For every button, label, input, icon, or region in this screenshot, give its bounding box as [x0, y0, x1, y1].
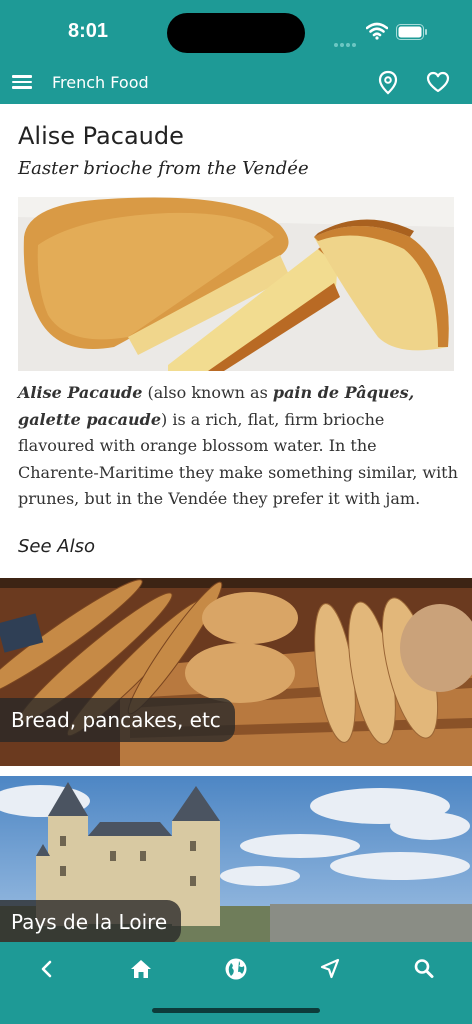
globe-icon[interactable]	[219, 952, 253, 986]
see-also-card-bread[interactable]: Bread, pancakes, etc	[0, 578, 472, 766]
home-icon[interactable]	[124, 952, 158, 986]
menu-icon[interactable]	[12, 72, 34, 94]
cellular-icon	[334, 34, 360, 47]
body-text-part-1: (also known as	[142, 383, 273, 402]
see-also-heading: See Also	[18, 536, 96, 557]
bottom-nav-bar	[0, 942, 472, 1024]
navigate-arrow-icon[interactable]	[313, 952, 347, 986]
article-title: Alise Pacaude	[18, 122, 184, 150]
article-body: Alise Pacaude (also known as pain de Pâq…	[18, 380, 458, 513]
body-bold-name: Alise Pacaude	[18, 383, 143, 402]
status-bar: 8:01	[0, 0, 472, 62]
wifi-icon	[366, 22, 388, 40]
card-label-pays-de-la-loire: Pays de la Loire	[0, 900, 182, 942]
favorite-heart-icon[interactable]	[425, 70, 451, 94]
app-header: French Food	[0, 62, 472, 104]
see-also-card-pays-de-la-loire[interactable]: Pays de la Loire	[0, 776, 472, 942]
article-subtitle: Easter brioche from the Vendée	[18, 158, 309, 179]
brioche-photo	[18, 197, 454, 371]
search-icon[interactable]	[407, 952, 441, 986]
page-title: French Food	[52, 73, 149, 92]
battery-icon	[396, 24, 427, 40]
home-indicator	[152, 1008, 320, 1013]
article-content[interactable]: Alise Pacaude Easter brioche from the Ve…	[0, 104, 472, 942]
card-label-bread: Bread, pancakes, etc	[0, 698, 235, 742]
dynamic-island	[167, 13, 305, 53]
back-icon[interactable]	[30, 952, 64, 986]
map-pin-icon[interactable]	[377, 70, 399, 96]
status-time: 8:01	[68, 20, 109, 42]
